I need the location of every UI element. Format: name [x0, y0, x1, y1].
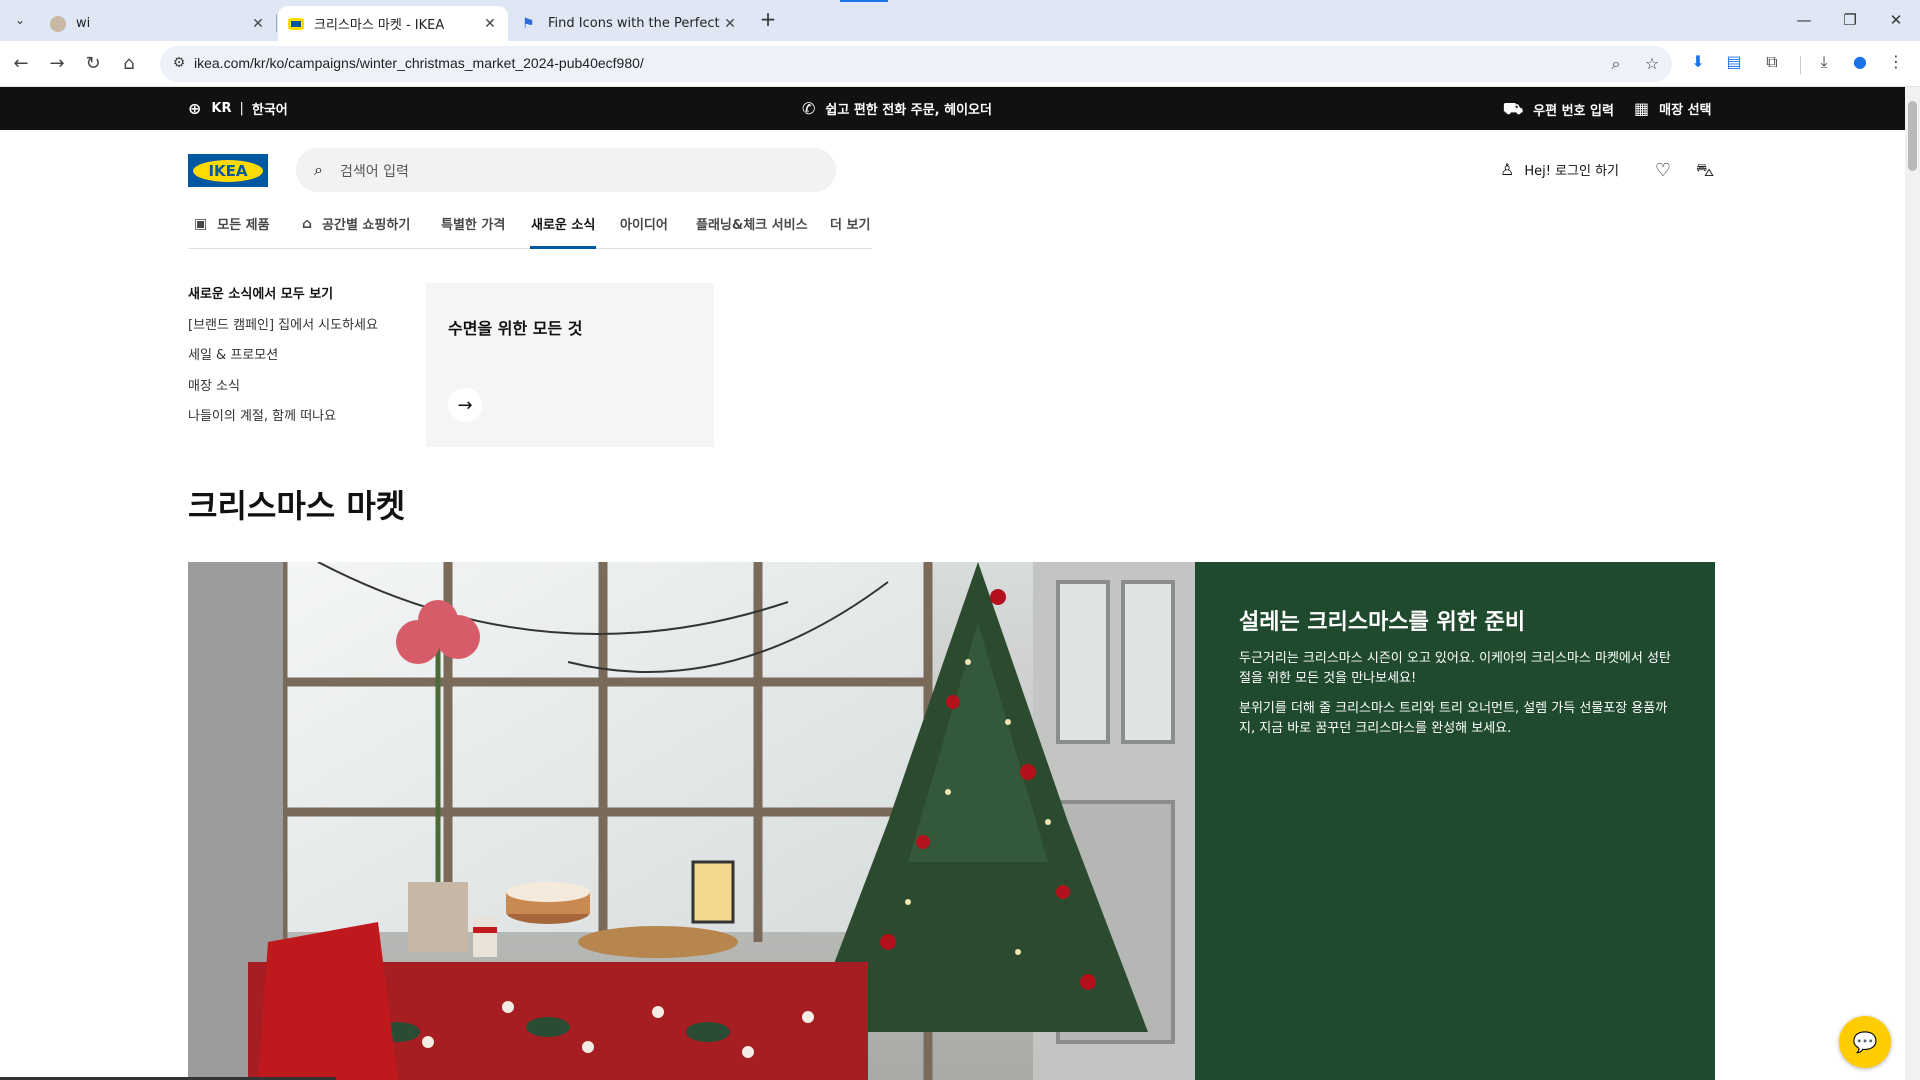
toolbar-separator [1800, 56, 1801, 74]
close-window-icon[interactable]: ✕ [1882, 8, 1910, 32]
chevron-down-icon[interactable]: ⌄ [8, 8, 32, 32]
ikea-topbar: ⊕ KR | 한국어 ✆ 쉽고 편한 전화 주문, 헤이오더 ⛟ 우편 번호 입… [0, 87, 1905, 130]
nav-label: 특별한 가격 [441, 218, 506, 233]
page-scrollbar[interactable] [1905, 87, 1920, 1080]
submenu-link-all-news[interactable]: 새로운 소식에서 모두 보기 [188, 283, 333, 302]
hero-text-panel: 설레는 크리스마스를 위한 준비 두근거리는 크리스마스 시즌이 오고 있어요.… [1195, 562, 1715, 1080]
nav-label: 플래닝&체크 서비스 [696, 218, 808, 233]
avatar-favicon-icon [50, 15, 66, 32]
store-label: 매장 선택 [1659, 103, 1712, 118]
download-ext-icon[interactable]: ⬇ [1686, 52, 1710, 76]
hero-image [188, 562, 1195, 1080]
profile-icon[interactable]: ● [1848, 52, 1872, 76]
tab-loading-accent [840, 0, 888, 2]
postcode-button[interactable]: ⛟ 우편 번호 입력 [1503, 99, 1614, 120]
close-icon[interactable]: ✕ [722, 16, 738, 32]
home-icon[interactable]: ⌂ [116, 51, 142, 77]
ikea-logo[interactable]: IKEA [188, 154, 268, 187]
nav-label: 공간별 쇼핑하기 [322, 218, 411, 233]
logo-text: IKEA [208, 161, 248, 180]
nav-label: 모든 제품 [217, 218, 270, 233]
submenu-link-outing[interactable]: 나들이의 계절, 함께 떠나요 [188, 405, 336, 424]
search-icon: ⌕ [314, 160, 323, 179]
clipboard-ext-icon[interactable]: ▤ [1722, 52, 1746, 76]
heart-icon[interactable]: ♡ [1652, 160, 1674, 182]
nav-news[interactable]: 새로운 소식 [531, 214, 595, 233]
chat-icon[interactable]: 💬 [1839, 1016, 1891, 1068]
kebab-icon[interactable]: ⋮ [1884, 52, 1908, 76]
tab-title: Find Icons with the Perfect Lo [548, 16, 722, 31]
hero-heading: 설레는 크리스마스를 위한 준비 [1239, 610, 1526, 635]
browser-tabstrip: ⌄ wi ✕ 크리스마스 마켓 - IKEA ✕ ⚑ Find Icons wi… [0, 0, 1920, 41]
submenu-link-sale[interactable]: 세일 & 프로모션 [188, 344, 278, 363]
minimize-icon[interactable]: — [1790, 8, 1818, 32]
browser-tab[interactable]: ⚑ Find Icons with the Perfect Lo ✕ [512, 6, 748, 41]
tab-title: 크리스마스 마켓 - IKEA [314, 18, 445, 33]
ikea-favicon-icon [288, 17, 304, 30]
plus-icon[interactable]: + [756, 8, 780, 32]
country-code: KR [211, 101, 232, 116]
main-navigation: ▣ 모든 제품 ⌂ 공간별 쇼핑하기 특별한 가격 새로운 소식 아이디어 플래… [188, 210, 872, 249]
nav-more[interactable]: 더 보기 [830, 214, 870, 233]
submenu-link-brand-campaign[interactable]: [브랜드 캠페인] 집에서 시도하세요 [188, 314, 378, 333]
user-icon: ♙ [1500, 160, 1515, 179]
postcode-label: 우편 번호 입력 [1533, 104, 1614, 119]
divider: | [239, 101, 244, 116]
ikea-page: ⊕ KR | 한국어 ✆ 쉽고 편한 전화 주문, 헤이오더 ⛟ 우편 번호 입… [0, 87, 1905, 1080]
browser-tab-active[interactable]: 크리스마스 마켓 - IKEA ✕ [278, 6, 508, 41]
page-title: 크리스마스 마켓 [188, 487, 406, 525]
puzzle-icon[interactable]: ⧉ [1760, 52, 1784, 76]
box-icon: ▣ [194, 215, 208, 232]
login-link[interactable]: ♙ Hej! 로그인 하기 [1500, 160, 1619, 179]
browser-toolbar: ← → ↻ ⌂ ⚙ ikea.com/kr/ko/campaigns/winte… [0, 41, 1920, 87]
scrollbar-thumb[interactable] [1908, 101, 1917, 171]
flag-favicon-icon: ⚑ [522, 15, 535, 32]
zoom-icon[interactable]: ⌕ [1606, 54, 1626, 74]
arrow-right-icon[interactable]: → [44, 51, 70, 77]
phone-order-label: 쉽고 편한 전화 주문, 헤이오더 [825, 103, 992, 118]
browser-tab[interactable]: wi ✕ [40, 6, 276, 41]
phone-order-link[interactable]: ✆ 쉽고 편한 전화 주문, 헤이오더 [802, 99, 992, 118]
nav-label: 더 보기 [830, 218, 871, 233]
nav-shop-by-room[interactable]: ⌂ 공간별 쇼핑하기 [302, 214, 411, 234]
cart-icon[interactable]: ⛍ [1694, 160, 1716, 182]
download-icon[interactable]: ⤓ [1812, 52, 1836, 76]
restore-icon[interactable]: ❐ [1836, 8, 1864, 32]
address-bar[interactable]: ⚙ ikea.com/kr/ko/campaigns/winter_christ… [160, 46, 1672, 82]
url-text[interactable]: ikea.com/kr/ko/campaigns/winter_christma… [194, 55, 644, 71]
tune-icon[interactable]: ⚙ [170, 55, 188, 73]
hero-paragraph-2: 분위기를 더해 줄 크리스마스 트리와 트리 오너먼트, 설렘 가득 선물포장 … [1239, 701, 1668, 736]
close-icon[interactable]: ✕ [482, 16, 498, 32]
active-nav-underline [530, 246, 596, 249]
nav-special-price[interactable]: 특별한 가격 [441, 214, 505, 233]
search-input[interactable]: ⌕ 검색어 입력 [296, 148, 836, 192]
language-selector[interactable]: ⊕ KR | 한국어 [188, 99, 288, 118]
house-icon: ⌂ [302, 215, 313, 232]
login-label: Hej! 로그인 하기 [1524, 164, 1620, 179]
arrow-left-icon[interactable]: ← [8, 51, 34, 77]
hero-paragraph-1: 두근거리는 크리스마스 시즌이 오고 있어요. 이케아의 크리스마스 마켓에서 … [1239, 651, 1671, 686]
nav-all-products[interactable]: ▣ 모든 제품 [194, 214, 270, 234]
star-icon[interactable]: ☆ [1642, 54, 1662, 74]
logo-oval: IKEA [193, 159, 263, 182]
promo-card-title: 수면을 위한 모든 것 [448, 319, 583, 338]
store-select-button[interactable]: ▦ 매장 선택 [1634, 99, 1712, 118]
store-icon: ▦ [1634, 99, 1650, 118]
nav-label: 아이디어 [620, 218, 668, 233]
nav-planning-services[interactable]: 플래닝&체크 서비스 [696, 214, 808, 233]
tab-separator [276, 14, 277, 32]
arrow-right-icon[interactable]: → [448, 388, 482, 422]
submenu-link-store-news[interactable]: 매장 소식 [188, 375, 240, 394]
nav-ideas[interactable]: 아이디어 [620, 214, 668, 233]
search-placeholder: 검색어 입력 [340, 164, 409, 180]
phone-icon: ✆ [802, 99, 816, 118]
promo-card[interactable]: 수면을 위한 모든 것 → [426, 283, 714, 447]
nav-label: 새로운 소식 [531, 218, 596, 233]
tab-title: wi [76, 16, 91, 31]
language-label: 한국어 [251, 103, 288, 118]
globe-icon: ⊕ [188, 99, 202, 118]
truck-icon: ⛟ [1503, 99, 1524, 118]
reload-icon[interactable]: ↻ [80, 51, 106, 77]
close-icon[interactable]: ✕ [250, 16, 266, 32]
